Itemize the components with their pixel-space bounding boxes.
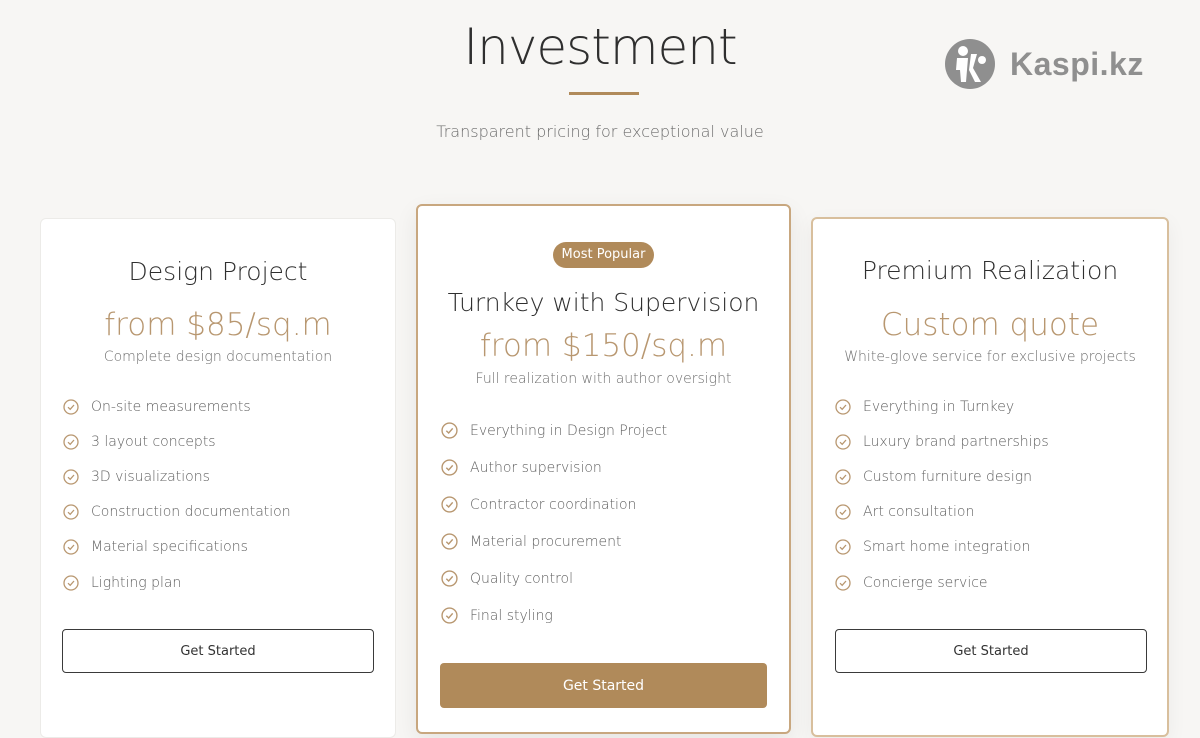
feature-item: Construction documentation — [63, 495, 291, 530]
feature-item: Luxury brand partnerships — [835, 424, 1049, 459]
feature-item: 3D visualizations — [63, 459, 291, 494]
most-popular-badge: Most Popular — [553, 242, 654, 268]
plan-price: from $150/sq.m — [479, 328, 728, 364]
feature-item: Quality control — [441, 560, 667, 597]
feature-item: Concierge service — [835, 565, 1049, 600]
page-subtitle: Transparent pricing for exceptional valu… — [436, 122, 764, 141]
feature-item: Material specifications — [63, 530, 291, 565]
feature-list: Everything in Turnkey Luxury brand partn… — [835, 389, 1049, 600]
check-circle-icon — [835, 539, 851, 555]
feature-item: Contractor coordination — [441, 486, 667, 523]
plan-card-design-project: Design Project from $85/sq.m Complete de… — [40, 218, 396, 738]
feature-item: Lighting plan — [63, 565, 291, 600]
check-circle-icon — [835, 469, 851, 485]
plan-description: White-glove service for exclusive projec… — [844, 349, 1136, 365]
feature-item: Custom furniture design — [835, 459, 1049, 494]
feature-item: 3 layout concepts — [63, 424, 291, 459]
get-started-button-featured[interactable]: Get Started — [440, 663, 767, 708]
check-circle-icon — [441, 570, 458, 587]
check-circle-icon — [63, 469, 79, 485]
check-circle-icon — [441, 459, 458, 476]
check-circle-icon — [835, 574, 851, 591]
feature-list: On-site measurements 3 layout concepts 3… — [63, 389, 291, 600]
feature-item: Final styling — [441, 597, 667, 634]
plan-name: Design Project — [128, 257, 308, 286]
feature-item: Material procurement — [441, 523, 667, 560]
plan-card-turnkey: Most Popular Turnkey with Supervision fr… — [416, 204, 791, 734]
feature-item: Smart home integration — [835, 530, 1049, 565]
check-circle-icon — [63, 574, 79, 591]
check-circle-icon — [441, 496, 458, 513]
feature-item: Everything in Design Project — [441, 412, 667, 449]
feature-item: Art consultation — [835, 495, 1049, 530]
check-circle-icon — [63, 434, 79, 450]
plan-price: from $85/sq.m — [104, 307, 332, 343]
check-circle-icon — [835, 398, 851, 415]
feature-item: Author supervision — [441, 449, 667, 486]
check-circle-icon — [835, 504, 851, 520]
feature-item: Everything in Turnkey — [835, 389, 1049, 424]
check-circle-icon — [441, 533, 458, 550]
plan-card-premium: Premium Realization Custom quote White-g… — [811, 217, 1169, 737]
check-circle-icon — [835, 434, 851, 450]
feature-item: On-site measurements — [63, 389, 291, 424]
check-circle-icon — [63, 504, 79, 520]
plan-description: Full realization with author oversight — [475, 371, 732, 387]
title-divider — [569, 92, 639, 95]
get-started-button[interactable]: Get Started — [62, 629, 374, 673]
get-started-button[interactable]: Get Started — [835, 629, 1147, 673]
plan-description: Complete design documentation — [103, 349, 333, 365]
check-circle-icon — [441, 607, 458, 624]
brand-watermark: Kaspi.kz — [944, 38, 1144, 90]
plan-price: Custom quote — [880, 307, 1100, 343]
plan-name: Premium Realization — [861, 256, 1119, 285]
kaspi-logo-icon — [945, 39, 995, 89]
feature-list: Everything in Design Project Author supe… — [441, 412, 667, 634]
check-circle-icon — [63, 539, 79, 555]
check-circle-icon — [441, 422, 458, 439]
plan-name: Turnkey with Supervision — [447, 288, 760, 317]
check-circle-icon — [63, 398, 79, 415]
brand-name: Kaspi.kz — [1010, 45, 1144, 82]
